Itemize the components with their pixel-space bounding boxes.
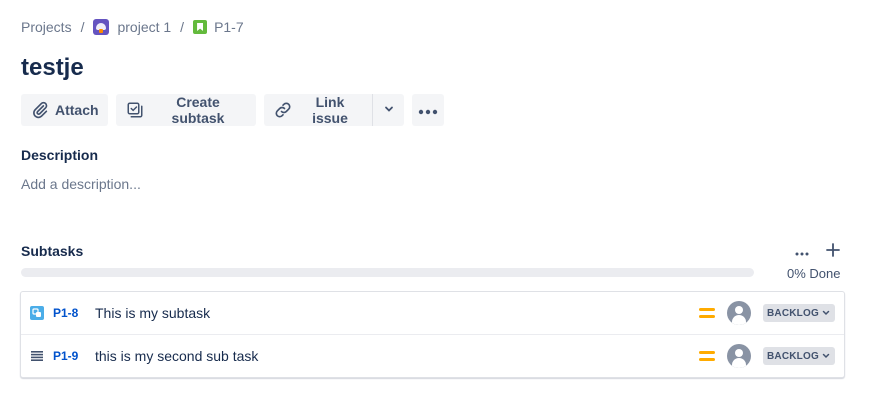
status-label: BACKLOG	[767, 307, 819, 319]
subtasks-progress-bar	[21, 268, 754, 277]
assignee-avatar[interactable]	[727, 344, 751, 368]
plus-icon	[826, 242, 840, 262]
priority-medium-icon	[699, 349, 715, 363]
create-subtask-button[interactable]: Create subtask	[116, 94, 256, 126]
more-icon	[418, 102, 438, 118]
breadcrumb-separator: /	[80, 19, 85, 35]
subtask-summary[interactable]: this is my second sub task	[95, 348, 258, 364]
breadcrumb-project-label: project 1	[117, 19, 172, 35]
subtasks-progress-label: 0% Done	[787, 266, 841, 281]
breadcrumb-project-link[interactable]: project 1	[93, 19, 171, 35]
status-label: BACKLOG	[767, 350, 819, 362]
subtask-summary[interactable]: This is my subtask	[95, 305, 210, 321]
description-field[interactable]: Add a description...	[21, 176, 141, 192]
status-dropdown[interactable]: BACKLOG	[763, 304, 835, 322]
priority-medium-icon	[699, 306, 715, 320]
subtask-key-link[interactable]: P1-9	[53, 349, 78, 363]
subtask-icon	[30, 306, 44, 320]
more-actions-button[interactable]	[412, 94, 444, 126]
breadcrumb: Projects / project 1 / P1-7	[21, 19, 244, 35]
breadcrumb-issue-key: P1-7	[214, 19, 244, 35]
issue-title[interactable]: testje	[21, 54, 84, 82]
attach-button[interactable]: Attach	[21, 94, 108, 126]
subtasks-more-button[interactable]	[790, 241, 814, 263]
subtask-row[interactable]: P1-8 This is my subtask BACKLOG	[21, 292, 844, 334]
attach-label: Attach	[55, 102, 99, 118]
project-avatar-icon	[93, 19, 110, 35]
subtasks-heading: Subtasks	[21, 243, 84, 259]
subtask-row[interactable]: P1-9 this is my second sub task BACKLOG	[21, 334, 844, 377]
breadcrumb-separator: /	[180, 19, 185, 35]
description-heading: Description	[21, 147, 99, 163]
list-icon	[30, 349, 44, 363]
assignee-avatar[interactable]	[727, 301, 751, 325]
breadcrumb-projects-link[interactable]: Projects	[21, 19, 72, 35]
chevron-down-icon	[821, 351, 831, 361]
breadcrumb-issue-link[interactable]: P1-7	[193, 19, 244, 35]
link-issue-button[interactable]: Link issue	[264, 94, 372, 126]
story-icon	[193, 20, 208, 34]
more-icon	[795, 243, 809, 261]
add-subtask-button[interactable]	[821, 241, 845, 263]
link-issue-label: Link issue	[312, 94, 348, 126]
subtask-key-link[interactable]: P1-8	[53, 306, 78, 320]
link-icon	[274, 101, 292, 119]
issue-toolbar: Attach Create subtask Link issue	[21, 94, 444, 126]
subtasks-list: P1-8 This is my subtask BACKLOG P1-9 thi…	[20, 291, 845, 378]
subtasks-actions	[790, 241, 845, 263]
status-dropdown[interactable]: BACKLOG	[763, 347, 835, 365]
link-issue-dropdown-button[interactable]	[372, 94, 404, 126]
link-issue-split-button: Link issue	[264, 94, 404, 126]
paperclip-icon	[31, 101, 49, 119]
subtask-create-icon	[126, 101, 144, 119]
create-subtask-label: Create subtask	[171, 94, 225, 126]
chevron-down-icon	[383, 102, 395, 118]
chevron-down-icon	[821, 308, 831, 318]
